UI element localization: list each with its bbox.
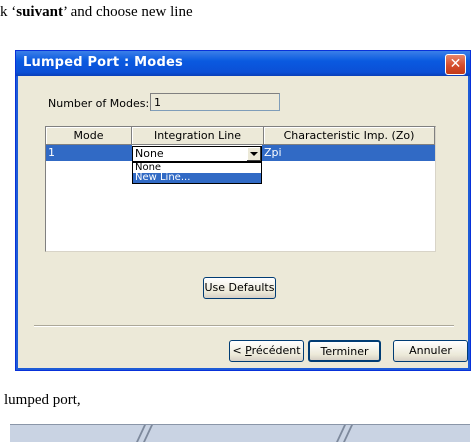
table-cell-mode[interactable]: 1: [46, 145, 132, 161]
cropped-screenshot-strip: [10, 424, 470, 442]
chevron-down-icon[interactable]: [246, 147, 261, 161]
number-of-modes-field[interactable]: 1: [150, 93, 280, 111]
table-cell-characteristic-imp[interactable]: Zpi: [262, 145, 435, 161]
finish-button[interactable]: Terminer: [308, 340, 381, 362]
close-button[interactable]: ✕: [445, 54, 466, 75]
column-header-integration-line[interactable]: Integration Line: [132, 127, 264, 145]
cancel-button[interactable]: Annuler: [393, 340, 468, 362]
dialog-title: Lumped Port : Modes: [23, 55, 183, 70]
dialog-separator: [34, 325, 454, 327]
document-caption-text: lumped port,: [4, 392, 81, 408]
use-defaults-button[interactable]: Use Defaults: [203, 277, 276, 299]
previous-button[interactable]: < Précédent: [229, 340, 304, 362]
lumped-port-modes-dialog: Lumped Port : Modes ✕ Number of Modes: 1…: [15, 50, 471, 371]
dialog-title-bar[interactable]: Lumped Port : Modes ✕: [16, 51, 470, 76]
integration-line-dropdown-list: None New Line...: [132, 162, 262, 184]
dialog-client-area: Number of Modes: 1 Mode Integration Line…: [19, 76, 468, 367]
integration-line-select[interactable]: None: [132, 146, 262, 162]
document-instruction-text: k ‘suivant’ and choose new line: [0, 4, 193, 21]
column-header-mode[interactable]: Mode: [46, 127, 132, 145]
dropdown-option-new-line[interactable]: New Line...: [133, 173, 261, 183]
integration-line-value: None: [135, 147, 164, 160]
number-of-modes-label: Number of Modes:: [48, 97, 150, 110]
instruction-suffix: ’ and choose new line: [62, 4, 193, 20]
column-header-characteristic-imp[interactable]: Characteristic Imp. (Zo): [264, 127, 435, 145]
modes-table: Mode Integration Line Characteristic Imp…: [45, 126, 436, 252]
instruction-bold-word: suivant: [16, 4, 63, 20]
previous-prefix: <: [232, 344, 246, 357]
previous-label-rest: récédent: [251, 344, 301, 357]
instruction-prefix: k ‘: [0, 4, 17, 20]
close-icon: ✕: [449, 56, 462, 72]
